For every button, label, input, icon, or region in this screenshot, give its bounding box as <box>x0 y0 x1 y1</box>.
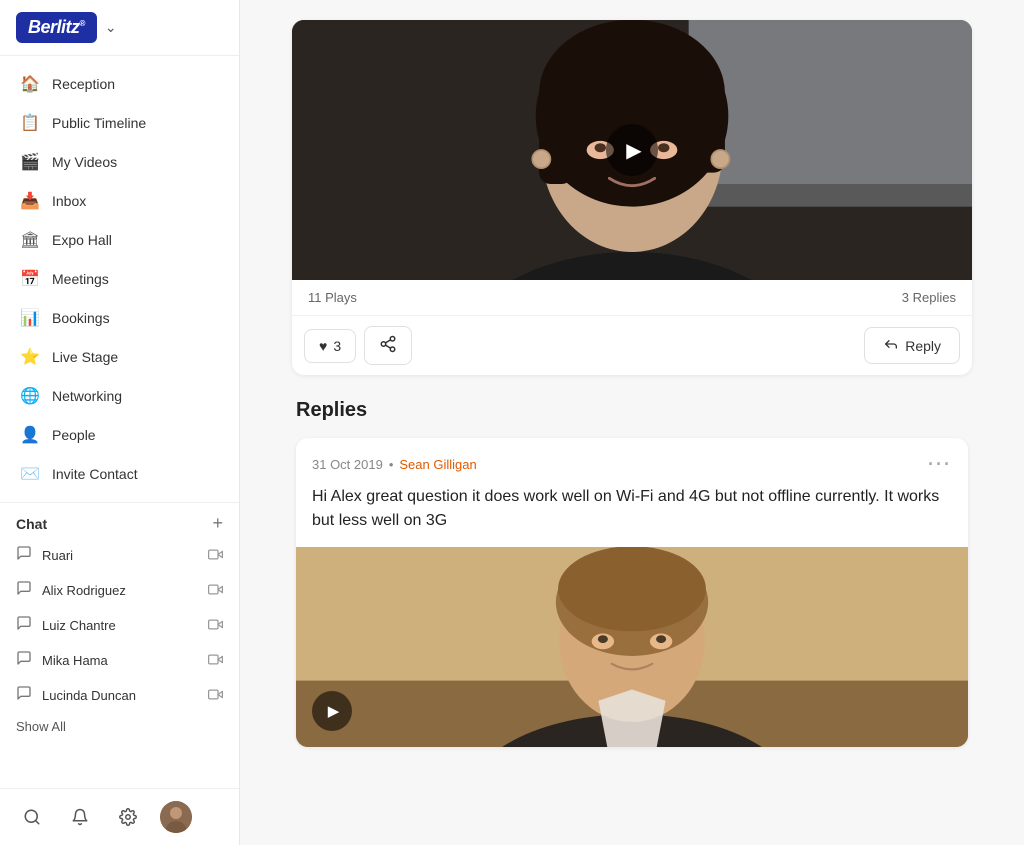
reply-date: 31 Oct 2019 <box>312 457 383 472</box>
my-videos-icon: 🎬 <box>20 152 40 172</box>
sidebar-item-meetings[interactable]: 📅 Meetings <box>4 260 235 298</box>
chat-item-ruari[interactable]: Ruari <box>16 538 223 573</box>
show-all-link[interactable]: Show All <box>16 713 223 744</box>
chat-label: Chat <box>16 516 47 532</box>
sidebar-item-invite-contact[interactable]: ✉️ Invite Contact <box>4 455 235 493</box>
sidebar-item-my-videos[interactable]: 🎬 My Videos <box>4 143 235 181</box>
chat-video-icon-luiz-chantre[interactable] <box>208 617 223 635</box>
sidebar-label-inbox: Inbox <box>52 193 86 209</box>
sidebar-item-networking[interactable]: 🌐 Networking <box>4 377 235 415</box>
user-avatar[interactable] <box>160 801 192 833</box>
sidebar-label-meetings: Meetings <box>52 271 109 287</box>
reply-separator: • <box>389 457 394 472</box>
sidebar-label-invite-contact: Invite Contact <box>52 466 138 482</box>
chat-icon <box>16 545 32 566</box>
chat-section: Chat + Ruari <box>0 502 239 748</box>
reply-video-thumbnail[interactable] <box>296 547 968 747</box>
sidebar-label-people: People <box>52 427 96 443</box>
chat-item-name-lucinda-duncan: Lucinda Duncan <box>42 688 136 703</box>
reply-button[interactable]: Reply <box>864 327 960 364</box>
people-icon: 👤 <box>20 425 40 445</box>
chat-header: Chat + <box>16 513 223 534</box>
main-video-thumbnail[interactable] <box>292 20 972 280</box>
add-chat-button[interactable]: + <box>212 513 223 534</box>
main-video-card: 11 Plays 3 Replies ♥ 3 <box>292 20 972 375</box>
reception-icon: 🏠 <box>20 74 40 94</box>
chat-video-icon-ruari[interactable] <box>208 547 223 565</box>
sidebar-item-reception[interactable]: 🏠 Reception <box>4 65 235 103</box>
reply-more-button[interactable]: ··· <box>928 454 952 475</box>
replies-section: Replies 31 Oct 2019 • Sean Gilligan ··· … <box>292 399 972 747</box>
replies-count: 3 Replies <box>902 290 956 305</box>
main-content: 11 Plays 3 Replies ♥ 3 <box>240 0 1024 845</box>
chat-item-luiz-chantre[interactable]: Luiz Chantre <box>16 608 223 643</box>
inbox-icon: 📥 <box>20 191 40 211</box>
sidebar-nav: 🏠 Reception 📋 Public Timeline 🎬 My Video… <box>0 56 239 502</box>
sidebar-label-networking: Networking <box>52 388 122 404</box>
sidebar-item-expo-hall[interactable]: 🏛 Expo Hall <box>4 221 235 259</box>
networking-icon: 🌐 <box>20 386 40 406</box>
sidebar-label-live-stage: Live Stage <box>52 349 118 365</box>
chat-item-name-ruari: Ruari <box>42 548 73 563</box>
reply-text: Hi Alex great question it does work well… <box>312 485 952 533</box>
chat-icon <box>16 580 32 601</box>
chat-item-alix-rodriguez[interactable]: Alix Rodriguez <box>16 573 223 608</box>
settings-button[interactable] <box>112 801 144 833</box>
reply-play-button[interactable] <box>312 691 352 731</box>
chat-icon <box>16 615 32 636</box>
berlitz-logo[interactable]: Berlitz® <box>16 12 97 43</box>
sidebar-item-bookings[interactable]: 📊 Bookings <box>4 299 235 337</box>
play-button[interactable] <box>606 124 658 176</box>
reply-meta-left: 31 Oct 2019 • Sean Gilligan <box>312 457 477 472</box>
like-button[interactable]: ♥ 3 <box>304 329 356 363</box>
chat-icon <box>16 685 32 706</box>
chevron-down-icon[interactable]: ⌄ <box>105 19 117 36</box>
replies-title: Replies <box>296 399 968 422</box>
sidebar-item-live-stage[interactable]: ⭐ Live Stage <box>4 338 235 376</box>
sidebar-item-people[interactable]: 👤 People <box>4 416 235 454</box>
sidebar-footer <box>0 788 239 845</box>
sidebar-item-public-timeline[interactable]: 📋 Public Timeline <box>4 104 235 142</box>
chat-icon <box>16 650 32 671</box>
sidebar-label-bookings: Bookings <box>52 310 110 326</box>
share-icon <box>379 335 397 356</box>
sidebar-label-expo-hall: Expo Hall <box>52 232 112 248</box>
invite-contact-icon: ✉️ <box>20 464 40 484</box>
sidebar-label-reception: Reception <box>52 76 115 92</box>
reply-label: Reply <box>905 338 941 354</box>
public-timeline-icon: 📋 <box>20 113 40 133</box>
live-stage-icon: ⭐ <box>20 347 40 367</box>
chat-item-lucinda-duncan[interactable]: Lucinda Duncan <box>16 678 223 713</box>
chat-item-name-mika-hama: Mika Hama <box>42 653 108 668</box>
sidebar-header: Berlitz® ⌄ <box>0 0 239 56</box>
chat-video-icon-mika-hama[interactable] <box>208 652 223 670</box>
chat-item-name-alix-rodriguez: Alix Rodriguez <box>42 583 126 598</box>
expo-hall-icon: 🏛 <box>20 230 40 250</box>
reply-author[interactable]: Sean Gilligan <box>399 457 476 472</box>
bell-button[interactable] <box>64 801 96 833</box>
reply-card: 31 Oct 2019 • Sean Gilligan ··· Hi Alex … <box>296 438 968 747</box>
sidebar-label-public-timeline: Public Timeline <box>52 115 146 131</box>
heart-icon: ♥ <box>319 338 327 354</box>
bookings-icon: 📊 <box>20 308 40 328</box>
meetings-icon: 📅 <box>20 269 40 289</box>
chat-video-icon-lucinda-duncan[interactable] <box>208 687 223 705</box>
chat-item-name-luiz-chantre: Luiz Chantre <box>42 618 116 633</box>
chat-item-mika-hama[interactable]: Mika Hama <box>16 643 223 678</box>
reply-icon <box>883 336 899 355</box>
sidebar-label-my-videos: My Videos <box>52 154 117 170</box>
chat-video-icon-alix-rodriguez[interactable] <box>208 582 223 600</box>
logo-text: Berlitz <box>28 17 80 37</box>
reply-meta: 31 Oct 2019 • Sean Gilligan ··· <box>312 454 952 475</box>
share-button[interactable] <box>364 326 412 365</box>
sidebar: Berlitz® ⌄ 🏠 Reception 📋 Public Timeline… <box>0 0 240 845</box>
video-actions: ♥ 3 <box>292 316 972 375</box>
search-button[interactable] <box>16 801 48 833</box>
like-count: 3 <box>333 338 341 354</box>
plays-count: 11 Plays <box>308 290 357 305</box>
sidebar-item-inbox[interactable]: 📥 Inbox <box>4 182 235 220</box>
video-stats: 11 Plays 3 Replies <box>292 280 972 316</box>
